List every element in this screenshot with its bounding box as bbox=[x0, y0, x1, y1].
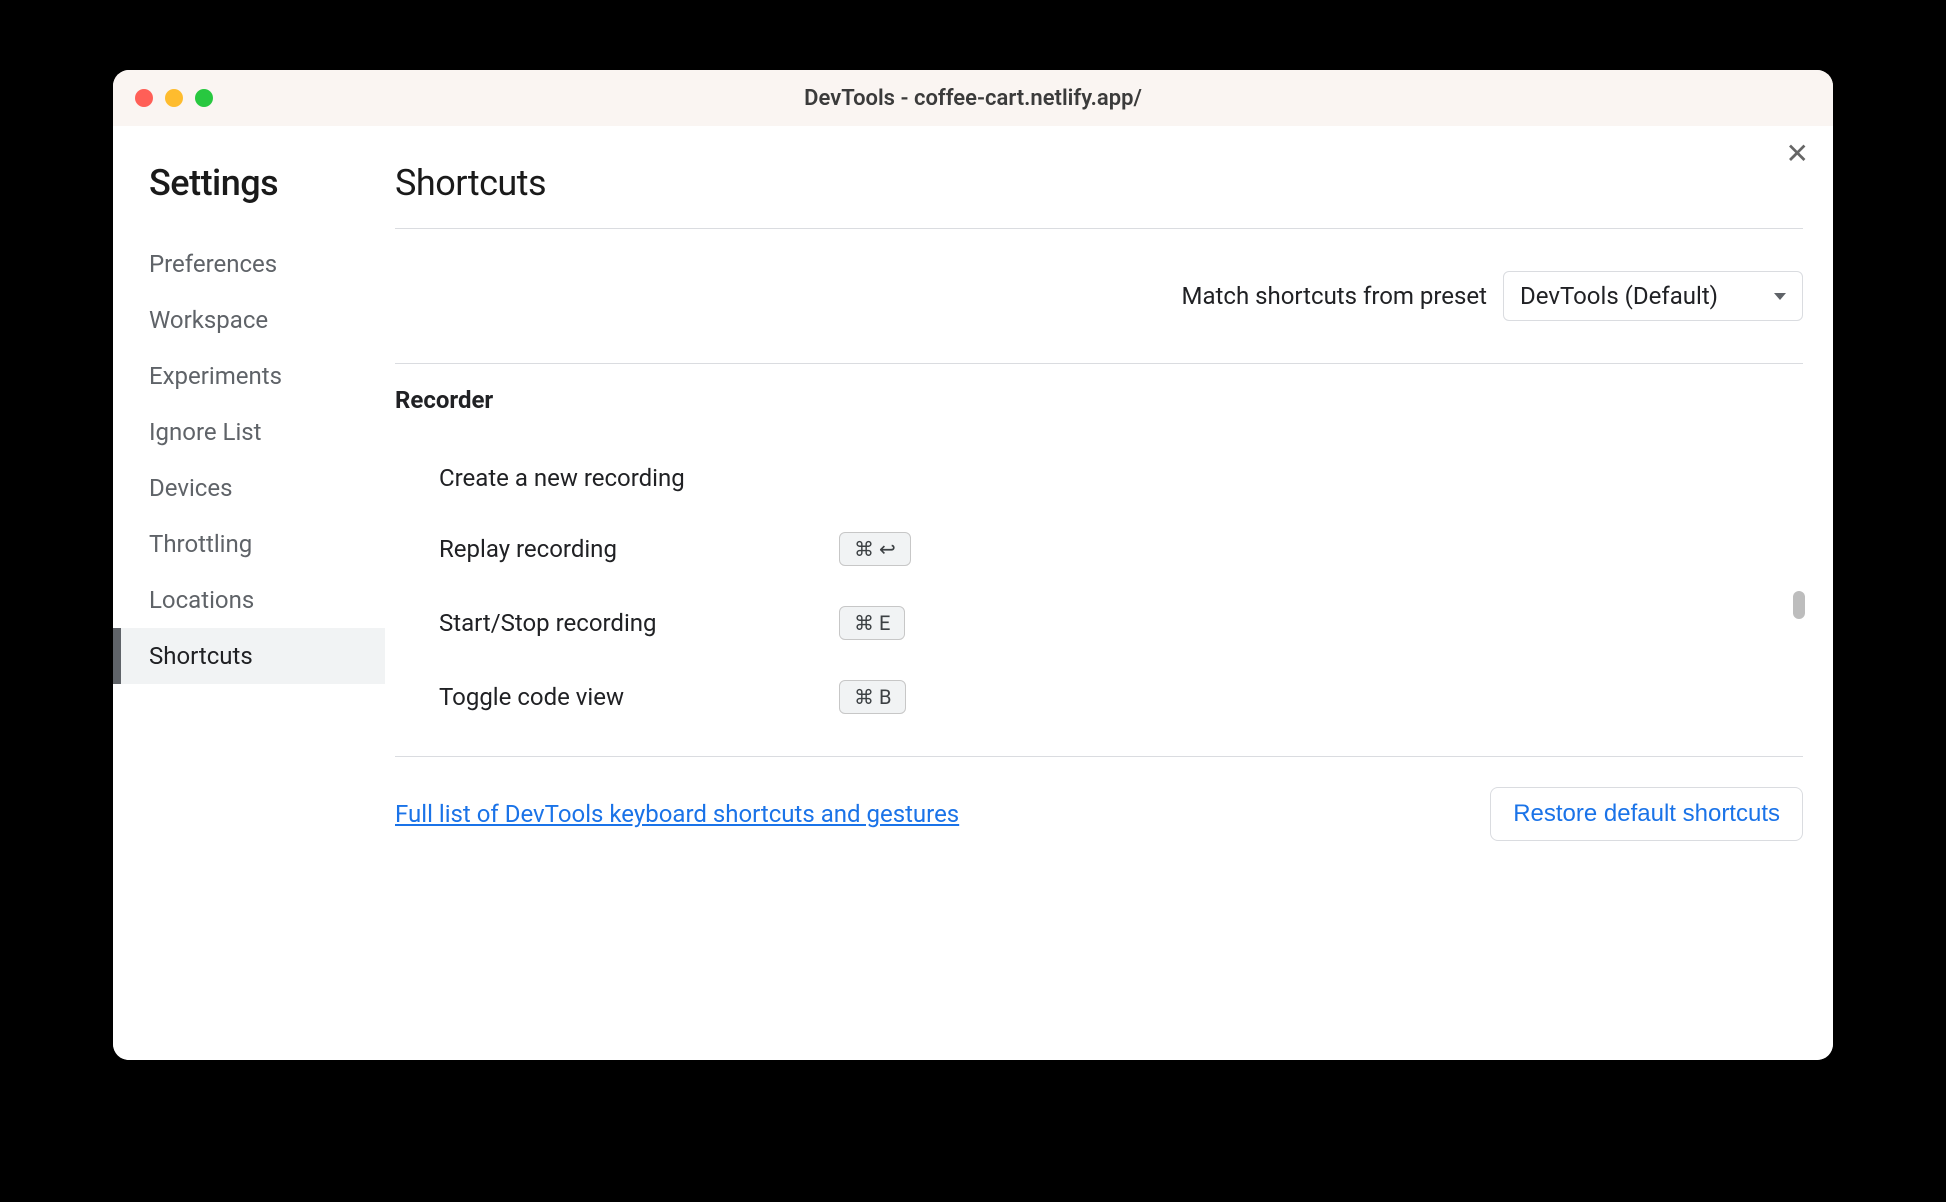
full-list-link[interactable]: Full list of DevTools keyboard shortcuts… bbox=[395, 800, 959, 828]
shortcut-label: Start/Stop recording bbox=[439, 609, 839, 637]
keyboard-shortcut: ⌘ ↩ bbox=[839, 532, 911, 566]
content-area: ✕ Settings Preferences Workspace Experim… bbox=[113, 126, 1833, 1060]
sidebar-item-ignore-list[interactable]: Ignore List bbox=[113, 404, 385, 460]
sidebar-item-shortcuts[interactable]: Shortcuts bbox=[113, 628, 385, 684]
settings-sidebar: Settings Preferences Workspace Experimen… bbox=[113, 126, 385, 1060]
shortcut-label: Create a new recording bbox=[439, 464, 839, 492]
shortcuts-list: Recorder Create a new recording Replay r… bbox=[395, 363, 1803, 757]
preset-label: Match shortcuts from preset bbox=[1182, 282, 1487, 310]
sidebar-item-devices[interactable]: Devices bbox=[113, 460, 385, 516]
shortcut-row-replay-recording[interactable]: Replay recording ⌘ ↩ bbox=[395, 512, 1803, 586]
section-title-recorder: Recorder bbox=[395, 386, 1803, 414]
window-title: DevTools - coffee-cart.netlify.app/ bbox=[804, 86, 1142, 111]
sidebar-title: Settings bbox=[113, 162, 385, 204]
keyboard-shortcut: ⌘ E bbox=[839, 606, 905, 640]
chevron-down-icon bbox=[1774, 293, 1786, 300]
close-icon[interactable]: ✕ bbox=[1786, 140, 1809, 168]
shortcut-row-toggle-code-view[interactable]: Toggle code view ⌘ B bbox=[395, 660, 1803, 734]
sidebar-item-preferences[interactable]: Preferences bbox=[113, 236, 385, 292]
traffic-lights bbox=[135, 89, 213, 107]
close-window-button[interactable] bbox=[135, 89, 153, 107]
sidebar-item-workspace[interactable]: Workspace bbox=[113, 292, 385, 348]
footer: Full list of DevTools keyboard shortcuts… bbox=[395, 757, 1803, 841]
sidebar-item-locations[interactable]: Locations bbox=[113, 572, 385, 628]
minimize-window-button[interactable] bbox=[165, 89, 183, 107]
keyboard-shortcut: ⌘ B bbox=[839, 680, 906, 714]
titlebar: DevTools - coffee-cart.netlify.app/ bbox=[113, 70, 1833, 126]
restore-default-button[interactable]: Restore default shortcuts bbox=[1490, 787, 1803, 841]
devtools-window: DevTools - coffee-cart.netlify.app/ ✕ Se… bbox=[113, 70, 1833, 1060]
page-title: Shortcuts bbox=[395, 162, 1803, 229]
sidebar-item-experiments[interactable]: Experiments bbox=[113, 348, 385, 404]
preset-select[interactable]: DevTools (Default) bbox=[1503, 271, 1803, 321]
maximize-window-button[interactable] bbox=[195, 89, 213, 107]
sidebar-item-throttling[interactable]: Throttling bbox=[113, 516, 385, 572]
shortcut-label: Replay recording bbox=[439, 535, 839, 563]
preset-row: Match shortcuts from preset DevTools (De… bbox=[395, 229, 1803, 363]
scrollbar-thumb[interactable] bbox=[1793, 591, 1805, 619]
preset-select-value: DevTools (Default) bbox=[1520, 282, 1718, 310]
shortcut-row-create-recording[interactable]: Create a new recording bbox=[395, 444, 1803, 512]
shortcut-row-start-stop-recording[interactable]: Start/Stop recording ⌘ E bbox=[395, 586, 1803, 660]
shortcut-label: Toggle code view bbox=[439, 683, 839, 711]
main-panel: Shortcuts Match shortcuts from preset De… bbox=[385, 126, 1833, 1060]
